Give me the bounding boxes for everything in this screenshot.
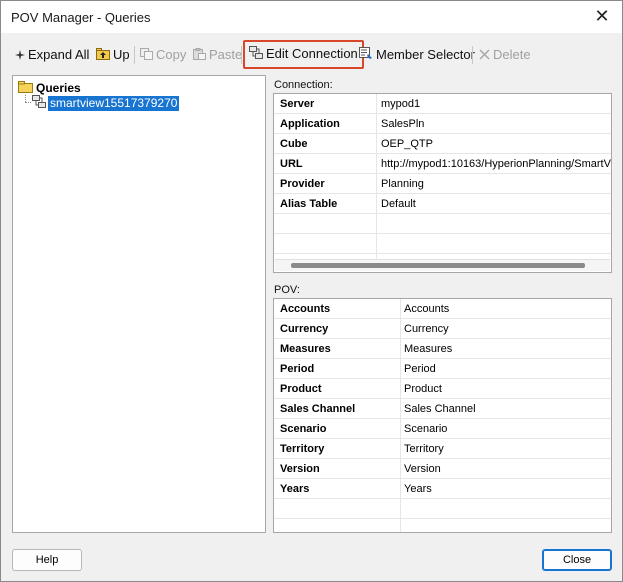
connection-grid[interactable]: Server mypod1 Application SalesPln Cube OEP_Q… [273, 93, 612, 273]
row-value: mypod1 [381, 98, 421, 110]
paste-label: Paste [209, 47, 243, 62]
table-row[interactable]: Version Version [274, 459, 611, 479]
delete-label: Delete [493, 47, 531, 62]
row-value: Territory [404, 443, 444, 455]
pov-section-label: POV: [274, 284, 300, 296]
edit-connection-button[interactable]: Edit Connection [243, 40, 364, 69]
member-selector-icon [359, 42, 373, 70]
table-row[interactable] [274, 499, 611, 519]
table-row[interactable]: Territory Territory [274, 439, 611, 459]
table-row[interactable]: Years Years [274, 479, 611, 499]
paste-button[interactable]: Paste [193, 41, 242, 69]
folder-up-icon [96, 42, 110, 70]
table-row[interactable]: Currency Currency [274, 319, 611, 339]
row-key: Years [280, 483, 310, 495]
delete-icon [479, 42, 490, 70]
toolbar: Expand All Up Copy Paste Edit Connection [9, 40, 615, 69]
pov-manager-window: POV Manager - Queries ✕ Expand All Up Co… [0, 0, 623, 582]
query-connection-icon [32, 95, 46, 112]
row-key: Server [280, 98, 315, 110]
toolbar-separator [241, 46, 242, 64]
row-value: OEP_QTP [381, 138, 433, 150]
tree-root-label: Queries [36, 81, 81, 95]
tree-root-queries[interactable]: Queries [18, 80, 81, 96]
row-value: Planning [381, 178, 424, 190]
up-button[interactable]: Up [96, 41, 130, 69]
table-row[interactable] [274, 214, 611, 234]
pov-grid[interactable]: Accounts Accounts Currency Currency Measures… [273, 298, 612, 533]
row-key: Period [280, 363, 315, 375]
horizontal-scrollbar[interactable] [275, 259, 610, 271]
title-bar: POV Manager - Queries ✕ [1, 1, 622, 33]
member-selector-button[interactable]: Member Selector [359, 41, 475, 69]
delete-button[interactable]: Delete [479, 41, 531, 69]
row-value: Version [404, 463, 441, 475]
edit-connection-label: Edit Connection [266, 46, 358, 61]
row-key: Cube [280, 138, 308, 150]
row-value: Measures [404, 343, 453, 355]
expand-all-label: Expand All [28, 47, 90, 62]
row-value: Years [404, 483, 432, 495]
tree-item-label: smartview15517379270 [48, 96, 180, 112]
toolbar-separator [134, 46, 135, 64]
row-key: Accounts [280, 303, 331, 315]
close-button[interactable]: Close [542, 549, 612, 571]
table-row[interactable]: Measures Measures [274, 339, 611, 359]
table-row[interactable]: Cube OEP_QTP [274, 134, 611, 154]
window-title: POV Manager - Queries [11, 10, 151, 25]
tree-item-query[interactable]: smartview15517379270 [32, 95, 180, 112]
table-row[interactable]: Sales Channel Sales Channel [274, 399, 611, 419]
table-row[interactable]: URL http://mypod1:10163/HyperionPlanning/… [274, 154, 611, 174]
row-key: Scenario [280, 423, 327, 435]
connection-section-label: Connection: [274, 79, 333, 91]
edit-connection-icon [249, 43, 263, 67]
close-window-icon[interactable]: ✕ [592, 7, 612, 27]
copy-button[interactable]: Copy [140, 41, 186, 69]
row-key: Measures [280, 343, 331, 355]
expand-all-button[interactable]: Expand All [15, 41, 89, 69]
table-row[interactable]: Period Period [274, 359, 611, 379]
expand-all-icon [15, 42, 25, 70]
table-row[interactable]: Server mypod1 [274, 94, 611, 114]
row-value: Product [404, 383, 442, 395]
table-row[interactable] [274, 234, 611, 254]
tree-connector [25, 95, 26, 102]
row-key: Sales Channel [280, 403, 356, 415]
row-key: Product [280, 383, 322, 395]
table-row[interactable]: Product Product [274, 379, 611, 399]
row-value: Default [381, 198, 416, 210]
up-label: Up [113, 47, 130, 62]
table-row[interactable]: Scenario Scenario [274, 419, 611, 439]
row-key: URL [280, 158, 303, 170]
queries-tree-panel[interactable]: Queries smartview15517379270 [12, 75, 266, 533]
row-value: Period [404, 363, 436, 375]
table-row[interactable]: Application SalesPln [274, 114, 611, 134]
row-key: Provider [280, 178, 325, 190]
help-button[interactable]: Help [12, 549, 82, 571]
row-key: Application [280, 118, 340, 130]
toolbar-separator [472, 46, 473, 64]
row-key: Version [280, 463, 320, 475]
paste-icon [193, 42, 206, 70]
table-row[interactable]: Accounts Accounts [274, 299, 611, 319]
member-selector-label: Member Selector [376, 47, 475, 62]
scrollbar-thumb[interactable] [291, 263, 585, 268]
row-value: Currency [404, 323, 449, 335]
row-value: SalesPln [381, 118, 425, 130]
tree-connector [25, 102, 31, 103]
copy-label: Copy [156, 47, 187, 62]
table-row[interactable]: Alias Table Default [274, 194, 611, 214]
row-key: Alias Table [280, 198, 338, 210]
copy-icon [140, 42, 153, 70]
row-value: Accounts [404, 303, 450, 315]
row-key: Territory [280, 443, 325, 455]
row-value: http://mypod1:10163/HyperionPlanning/Sma… [381, 158, 612, 170]
row-value: Scenario [404, 423, 448, 435]
row-value: Sales Channel [404, 403, 476, 415]
row-key: Currency [280, 323, 329, 335]
table-row[interactable]: Provider Planning [274, 174, 611, 194]
